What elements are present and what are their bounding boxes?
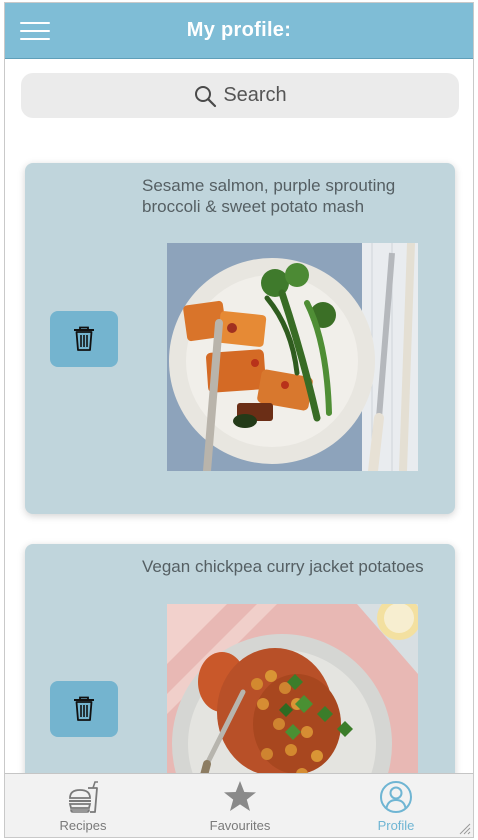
resize-grip-icon xyxy=(459,823,471,835)
recipe-card[interactable]: Sesame salmon, purple sprouting broccoli… xyxy=(25,163,455,514)
delete-button[interactable] xyxy=(50,681,118,737)
bottom-tab-bar: Recipes Favourites Profile xyxy=(5,773,473,837)
recipe-photo xyxy=(167,243,418,471)
trash-icon xyxy=(74,696,94,721)
star-icon xyxy=(224,781,256,811)
search-placeholder: Search xyxy=(223,84,287,106)
food-burger-drink-icon xyxy=(68,781,98,813)
recipe-title: Vegan chickpea curry jacket potatoes xyxy=(142,557,424,576)
tab-favourites[interactable]: Favourites xyxy=(162,774,318,837)
recipe-title: Sesame salmon, purple sprouting broccoli… xyxy=(142,176,396,216)
tab-profile[interactable]: Profile xyxy=(318,774,473,837)
delete-button[interactable] xyxy=(50,311,118,367)
app-frame: My profile: Search Sesame salmon, purple… xyxy=(4,2,474,838)
user-circle-icon xyxy=(380,781,412,813)
tab-recipes-label: Recipes xyxy=(59,818,107,833)
search-input[interactable]: Search xyxy=(21,73,459,118)
search-icon xyxy=(195,85,217,107)
tab-favourites-label: Favourites xyxy=(209,818,271,833)
tab-recipes[interactable]: Recipes xyxy=(5,774,161,837)
top-bar: My profile: xyxy=(5,3,473,59)
page-title: My profile: xyxy=(186,19,292,41)
tab-profile-label: Profile xyxy=(377,818,415,833)
trash-icon xyxy=(74,326,94,351)
